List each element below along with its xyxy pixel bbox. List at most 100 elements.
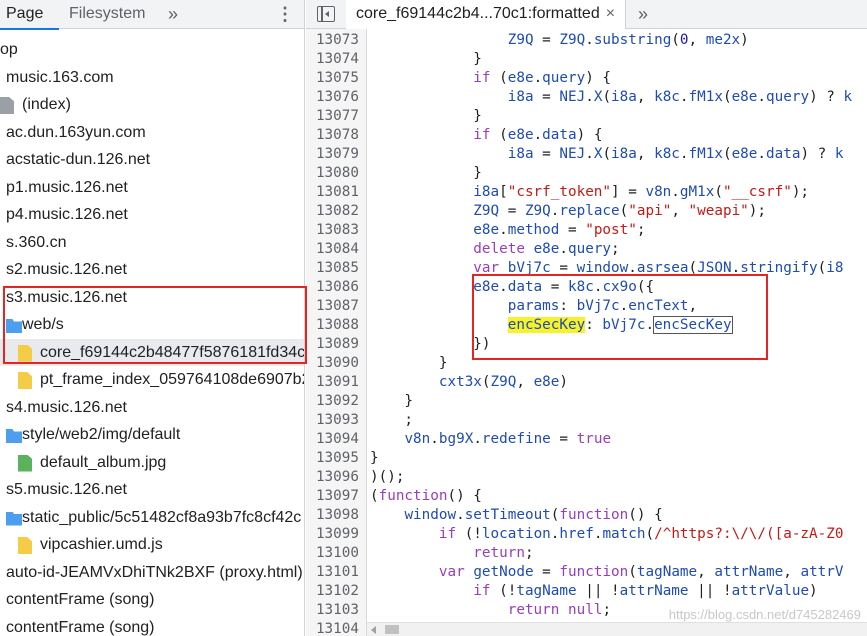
code-line: } xyxy=(306,354,867,373)
code-line: cxt3x(Z9Q, e8e) xyxy=(306,373,867,392)
tree-item-label: s5.music.126.net xyxy=(6,481,127,498)
code-line-text: } xyxy=(370,393,414,409)
tree-item-label: acstatic-dun.126.net xyxy=(6,151,151,168)
code-line: if (e8e.data) { xyxy=(306,126,867,145)
toggle-navigator-icon[interactable] xyxy=(317,6,335,22)
folder-icon xyxy=(6,429,22,443)
code-line: window.setTimeout(function() { xyxy=(306,506,867,525)
code-line: encSecKey: bVj7c.encSecKey xyxy=(306,316,867,335)
code-line: e8e.method = "post"; xyxy=(306,221,867,240)
code-line: (function() { xyxy=(306,487,867,506)
tree-item-label: static_public/5c51482cf8a93b7fc8cf42c xyxy=(22,508,302,526)
code-line-text: var getNode = function(tagName, attrName… xyxy=(438,564,844,580)
tree-item[interactable]: op xyxy=(0,36,304,64)
code-line-text: if (!location.href.match(/^https?:\/\/([… xyxy=(438,526,844,542)
code-line: e8e.data = k8c.cx9o({ xyxy=(306,278,867,297)
code-line-text: i8a = NEJ.X(i8a, k8c.fM1x(e8e.query) ? k xyxy=(507,89,853,105)
tree-item[interactable]: p4.music.126.net xyxy=(0,201,304,229)
tree-item[interactable]: contentFrame (song) xyxy=(0,614,304,636)
tree-item-label: s3.music.126.net xyxy=(6,288,127,306)
tree-item[interactable]: contentFrame (song) xyxy=(0,586,304,614)
tree-item-label: s4.music.126.net xyxy=(6,398,127,416)
code-line-text: if (e8e.query) { xyxy=(473,70,612,86)
code-line-text: v8n.bg9X.redefine = true xyxy=(404,431,612,447)
code-line-text: Z9Q = Z9Q.substring(0, me2x) xyxy=(507,32,749,48)
tree-item[interactable]: acstatic-dun.126.net xyxy=(0,146,304,174)
code-line: } xyxy=(306,449,867,468)
code-line: }) xyxy=(306,335,867,354)
close-icon[interactable]: × xyxy=(606,5,615,22)
tree-item[interactable]: s2.music.126.net xyxy=(0,256,304,284)
folder-icon xyxy=(6,511,22,526)
code-line-text: window.setTimeout(function() { xyxy=(404,507,663,523)
code-line-text: delete e8e.query; xyxy=(473,241,620,257)
code-line: i8a = NEJ.X(i8a, k8c.fM1x(e8e.query) ? k xyxy=(306,88,867,107)
code-line: params: bVj7c.encText, xyxy=(306,297,867,316)
code-line: delete e8e.query; xyxy=(306,240,867,259)
editor-file-tab-label: core_f69144c2b4...70c1:formatted xyxy=(356,5,600,22)
tree-item-label: (index) xyxy=(22,96,71,113)
tree-item-label: op xyxy=(0,41,18,58)
scrollbar-thumb[interactable] xyxy=(385,625,399,634)
script-file-icon xyxy=(18,537,32,554)
tree-item[interactable]: (index) xyxy=(0,91,304,119)
code-line: ; xyxy=(306,411,867,430)
code-line-text: } xyxy=(370,165,482,181)
tree-item[interactable]: static_public/5c51482cf8a93b7fc8cf42c xyxy=(0,504,304,532)
scroll-left-icon[interactable] xyxy=(371,626,376,634)
tree-item-label: p1.music.126.net xyxy=(6,178,128,196)
tab-filesystem[interactable]: Filesystem xyxy=(69,0,145,29)
code-line-text: (function() { xyxy=(370,488,482,504)
tab-page[interactable]: Page xyxy=(0,0,60,30)
tree-item[interactable]: s.360.cn xyxy=(0,229,304,257)
code-line-text: )(); xyxy=(370,469,405,485)
tree-item[interactable]: s3.music.126.net xyxy=(0,284,304,312)
code-line: } xyxy=(306,392,867,411)
tree-item[interactable]: vipcashier.umd.js xyxy=(0,531,304,559)
tree-item[interactable]: core_f69144c2b48477f5876181fd34c xyxy=(0,338,305,366)
code-line-text: i8a = NEJ.X(i8a, k8c.fM1x(e8e.data) ? k xyxy=(507,146,844,162)
more-tabs-icon[interactable]: » xyxy=(168,0,178,29)
code-line: var bVj7c = window.asrsea(JSON.stringify… xyxy=(306,259,867,278)
tree-item-label: default_album.jpg xyxy=(40,453,167,471)
code-line: i8a = NEJ.X(i8a, k8c.fM1x(e8e.data) ? k xyxy=(306,145,867,164)
code-line-text: Z9Q = Z9Q.replace("api", "weapi"); xyxy=(473,203,767,219)
tree-item[interactable]: s4.music.126.net xyxy=(0,394,304,422)
tree-item[interactable]: web/s xyxy=(0,311,304,339)
code-line: if (e8e.query) { xyxy=(306,69,867,88)
tree-item-label: s.360.cn xyxy=(6,233,67,251)
tree-item[interactable]: pt_frame_index_059764108de6907b2 xyxy=(0,366,304,394)
code-view[interactable]: 13073 13074 13075 13076 13077 13078 13079 13080… xyxy=(306,29,867,636)
tree-item[interactable]: style/web2/img/default xyxy=(0,421,304,449)
code-line: i8a["csrf_token"] = v8n.gM1x("__csrf"); xyxy=(306,183,867,202)
tree-item-label: music.163.com xyxy=(6,68,114,86)
tree-item[interactable]: ac.dun.163yun.com xyxy=(0,119,304,147)
editor-file-tab[interactable]: core_f69144c2b4...70c1:formatted × xyxy=(346,0,627,29)
code-line-text: var bVj7c = window.asrsea(JSON.stringify… xyxy=(473,260,844,276)
tree-item[interactable]: default_album.jpg xyxy=(0,449,304,477)
file-icon xyxy=(0,97,14,114)
tree-item[interactable]: music.163.com xyxy=(0,64,304,92)
code-line-text: cxt3x(Z9Q, e8e) xyxy=(438,374,569,390)
tree-item-label: auto-id-JEAMVxDhiTNk2BXF (proxy.html) xyxy=(6,563,303,581)
tree-item-label: ac.dun.163yun.com xyxy=(6,123,146,141)
code-line: v8n.bg9X.redefine = true xyxy=(306,430,867,449)
code-line-text: e8e.method = "post"; xyxy=(473,222,646,238)
tree-item[interactable]: s5.music.126.net xyxy=(0,476,304,504)
code-line-text: encSecKey: bVj7c.encSecKey xyxy=(507,316,733,334)
code-line-text: return null; xyxy=(507,602,612,618)
code-line-text: } xyxy=(370,51,482,67)
code-line: } xyxy=(306,50,867,69)
kebab-menu-icon[interactable]: ⋮ xyxy=(276,0,294,29)
editor-tabbar: core_f69144c2b4...70c1:formatted × » xyxy=(306,0,867,29)
horizontal-scrollbar[interactable] xyxy=(367,622,867,636)
more-tabs-icon[interactable]: » xyxy=(638,0,648,28)
tree-item-label: pt_frame_index_059764108de6907b2 xyxy=(40,371,305,388)
code-line-text: } xyxy=(370,108,482,124)
tree-item[interactable]: p1.music.126.net xyxy=(0,174,304,202)
code-line-text: } xyxy=(370,450,379,466)
tree-item-label: core_f69144c2b48477f5876181fd34c xyxy=(40,343,305,361)
tree-item-label: web/s xyxy=(22,316,64,333)
code-line-text: params: bVj7c.encText, xyxy=(507,298,698,314)
tree-item[interactable]: auto-id-JEAMVxDhiTNk2BXF (proxy.html) xyxy=(0,559,304,587)
